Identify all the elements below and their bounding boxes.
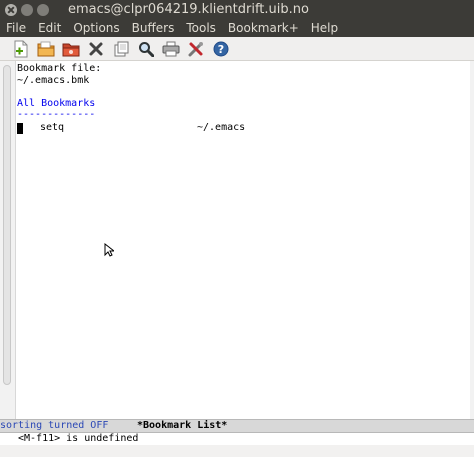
mouse-pointer-icon	[104, 243, 114, 257]
close-buffer-button[interactable]	[87, 40, 105, 58]
window-title: emacs@clpr064219.klientdrift.uib.no	[68, 2, 309, 17]
preferences-icon	[188, 41, 203, 56]
new-file-button[interactable]	[12, 40, 30, 58]
open-directory-button[interactable]	[62, 40, 80, 58]
title-bar: emacs@clpr064219.klientdrift.uib.no	[0, 0, 474, 20]
close-buffer-icon	[89, 42, 103, 55]
bookmark-list-buffer[interactable]: Bookmark file: ~/.emacs.bmk All Bookmark…	[0, 61, 474, 419]
bookmark-file-path: ~/.emacs.bmk	[17, 75, 90, 86]
scrollbar[interactable]	[0, 61, 16, 419]
search-icon	[139, 41, 154, 57]
menu-file[interactable]: File	[6, 20, 26, 37]
menu-bar: File Edit Options Buffers Tools Bookmark…	[0, 20, 474, 37]
preferences-button[interactable]	[187, 40, 205, 58]
minimize-window-icon[interactable]	[21, 4, 33, 16]
menu-bookmark-plus[interactable]: Bookmark+	[228, 20, 299, 37]
save-icon	[114, 41, 129, 56]
menu-edit[interactable]: Edit	[38, 20, 61, 37]
print-icon	[162, 41, 180, 56]
scrollbar-thumb[interactable]	[3, 65, 11, 385]
close-window-icon[interactable]	[5, 4, 17, 16]
menu-help[interactable]: Help	[311, 20, 338, 37]
window-controls	[5, 4, 49, 16]
heading-underline: -------------	[17, 109, 96, 120]
menu-buffers[interactable]: Buffers	[132, 20, 175, 37]
open-file-button[interactable]	[37, 40, 55, 58]
new-file-icon	[14, 40, 28, 57]
maximize-window-icon[interactable]	[37, 4, 49, 16]
svg-text:?: ?	[218, 43, 224, 56]
toolbar: ?	[0, 37, 474, 61]
help-icon: ?	[213, 41, 229, 56]
bookmark-row-name[interactable]: setq	[40, 122, 64, 134]
mode-line[interactable]: sorting turned OFF *Bookmark List*	[0, 419, 474, 433]
right-fringe	[470, 61, 474, 419]
open-directory-icon	[62, 43, 80, 56]
help-button[interactable]: ?	[212, 40, 230, 58]
save-button[interactable]	[112, 40, 130, 58]
search-button[interactable]	[137, 40, 155, 58]
text-cursor	[17, 123, 23, 134]
open-file-icon	[37, 41, 55, 56]
print-button[interactable]	[162, 40, 180, 58]
bookmark-row-file[interactable]: ~/.emacs	[197, 122, 245, 134]
echo-area: <M-f11> is undefined	[0, 433, 474, 445]
sort-status: sorting turned OFF	[0, 420, 109, 431]
menu-options[interactable]: Options	[73, 20, 119, 37]
buffer-name[interactable]: *Bookmark List*	[137, 420, 227, 432]
bookmark-file-label: Bookmark file:	[17, 63, 102, 74]
echo-message: <M-f11> is undefined	[18, 433, 139, 444]
menu-tools[interactable]: Tools	[186, 20, 216, 37]
